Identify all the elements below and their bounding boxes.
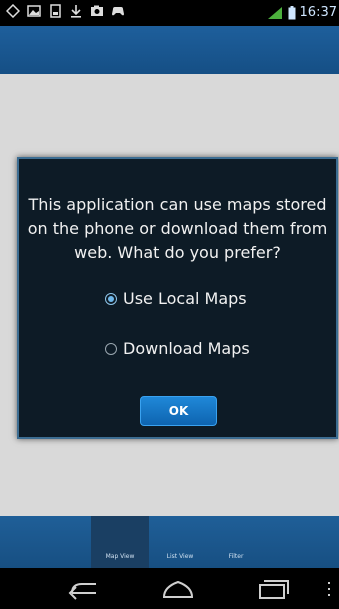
tab-list-view[interactable]: List View xyxy=(151,516,209,568)
camera-icon xyxy=(91,5,103,16)
app-action-bar xyxy=(0,26,339,74)
notification-icons xyxy=(6,4,125,18)
home-icon[interactable] xyxy=(158,578,198,600)
recent-apps-icon[interactable] xyxy=(252,578,292,600)
tab-label: Filter xyxy=(228,553,244,560)
radio-unchecked-icon[interactable] xyxy=(105,342,117,355)
radio-checked-icon[interactable] xyxy=(105,292,117,305)
status-right: 16:37 xyxy=(266,5,337,20)
download-icon xyxy=(71,5,81,18)
bottom-tab-bar: Map View List View Filter xyxy=(0,516,339,568)
sd-card-icon xyxy=(50,4,61,18)
map-source-dialog: This application can use maps stored on … xyxy=(17,157,338,439)
tab-filter[interactable]: Filter xyxy=(211,516,261,568)
option-download-maps[interactable]: Download Maps xyxy=(105,339,250,358)
option-label[interactable]: Use Local Maps xyxy=(123,289,247,308)
dialog-message: This application can use maps stored on … xyxy=(27,195,328,262)
game-controller-icon xyxy=(112,7,124,16)
back-icon[interactable] xyxy=(62,578,102,600)
status-bar: 16:37 xyxy=(0,0,339,26)
clock: 16:37 xyxy=(299,5,337,20)
overflow-menu-icon[interactable] xyxy=(327,582,331,596)
image-icon xyxy=(27,5,41,17)
tab-label: List View xyxy=(166,553,194,560)
diamond-icon xyxy=(6,4,20,18)
ok-button[interactable]: OK xyxy=(140,396,217,426)
signal-icon xyxy=(267,6,282,19)
tab-map-view[interactable]: Map View xyxy=(91,516,149,568)
battery-icon xyxy=(288,5,296,19)
system-navigation-bar xyxy=(0,568,339,609)
tab-label: Map View xyxy=(105,553,135,560)
option-use-local-maps[interactable]: Use Local Maps xyxy=(105,289,247,308)
option-label[interactable]: Download Maps xyxy=(123,339,250,358)
